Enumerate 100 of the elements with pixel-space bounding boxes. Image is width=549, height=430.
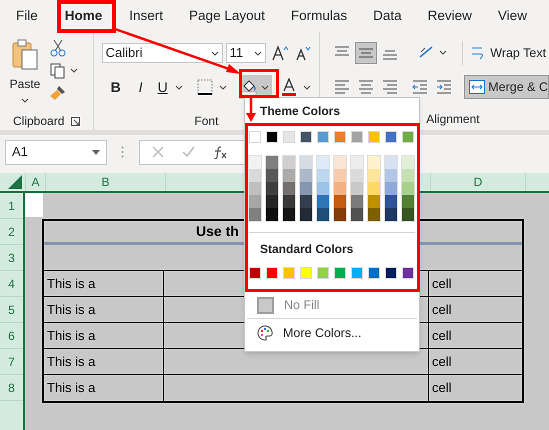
color-swatch[interactable] <box>385 267 397 279</box>
color-swatch[interactable] <box>351 267 363 279</box>
caret-icon[interactable] <box>210 50 219 56</box>
align-left-icon[interactable] <box>334 80 350 94</box>
color-swatch[interactable] <box>266 182 278 195</box>
color-swatch[interactable] <box>283 131 295 143</box>
ribbon-tab[interactable]: Insert <box>129 4 164 32</box>
merge-center-button[interactable]: Merge & C <box>464 75 549 99</box>
color-swatch[interactable] <box>249 195 261 208</box>
color-swatch[interactable] <box>249 208 261 221</box>
middle-align-icon[interactable] <box>359 47 374 59</box>
color-swatch[interactable] <box>300 182 312 195</box>
color-swatch[interactable] <box>402 182 414 195</box>
color-swatch[interactable] <box>351 208 363 221</box>
increase-indent-icon[interactable] <box>436 80 452 94</box>
color-swatch[interactable] <box>300 156 312 169</box>
color-swatch[interactable] <box>283 195 295 208</box>
row-header[interactable]: 6 <box>0 323 23 349</box>
ribbon-tab[interactable]: File <box>16 4 38 32</box>
color-swatch[interactable] <box>317 156 329 169</box>
color-swatch[interactable] <box>300 169 312 182</box>
color-swatch[interactable] <box>334 182 346 195</box>
ribbon-tab[interactable]: Data <box>373 4 402 32</box>
color-swatch[interactable] <box>300 208 312 221</box>
color-swatch[interactable] <box>368 169 380 182</box>
row-header[interactable]: 3 <box>0 245 23 271</box>
caret-icon[interactable] <box>174 84 183 90</box>
color-swatch[interactable] <box>283 208 295 221</box>
color-swatch[interactable] <box>368 131 380 143</box>
ribbon-tab[interactable]: Review <box>428 4 472 32</box>
color-swatch[interactable] <box>351 169 363 182</box>
caret-icon[interactable] <box>302 84 311 90</box>
color-swatch[interactable] <box>300 267 312 279</box>
selected-cell[interactable] <box>25 193 43 217</box>
bold-button[interactable]: B <box>108 76 123 98</box>
checkmark-icon[interactable] <box>182 146 195 158</box>
color-swatch[interactable] <box>283 156 295 169</box>
color-swatch[interactable] <box>402 195 414 208</box>
underline-button[interactable]: U <box>156 76 169 98</box>
caret-icon[interactable] <box>261 84 270 90</box>
caret-icon[interactable] <box>92 150 100 154</box>
ribbon-tab[interactable]: Formulas <box>290 4 348 32</box>
column-header[interactable]: A <box>25 173 45 191</box>
color-swatch[interactable] <box>368 267 380 279</box>
name-box[interactable]: A1 <box>5 140 107 164</box>
color-swatch[interactable] <box>266 131 278 143</box>
color-swatch[interactable] <box>249 182 261 195</box>
merge-icon[interactable] <box>469 80 486 94</box>
color-swatch[interactable] <box>334 169 346 182</box>
scissors-icon[interactable] <box>50 39 66 57</box>
color-swatch[interactable] <box>385 169 397 182</box>
color-swatch[interactable] <box>300 195 312 208</box>
italic-button[interactable]: I <box>134 76 147 98</box>
color-swatch[interactable] <box>334 195 346 208</box>
font-name-dropdown[interactable]: Calibri <box>102 43 223 63</box>
color-swatch[interactable] <box>249 267 261 279</box>
color-swatch[interactable] <box>317 169 329 182</box>
color-swatch[interactable] <box>283 267 295 279</box>
cancel-icon[interactable] <box>152 146 164 158</box>
color-swatch[interactable] <box>317 195 329 208</box>
color-swatch[interactable] <box>368 208 380 221</box>
function-icon[interactable] <box>213 146 227 158</box>
middle-align-button[interactable] <box>355 42 378 64</box>
wrap-text-button[interactable]: Wrap Text <box>490 44 546 62</box>
row-header[interactable]: 7 <box>0 349 23 375</box>
font-color-icon[interactable] <box>280 78 297 96</box>
color-swatch[interactable] <box>249 156 261 169</box>
decrease-indent-icon[interactable] <box>412 80 428 94</box>
color-swatch[interactable] <box>266 169 278 182</box>
color-swatch[interactable] <box>334 208 346 221</box>
color-swatch[interactable] <box>317 182 329 195</box>
color-swatch[interactable] <box>368 195 380 208</box>
more-icon[interactable] <box>121 146 124 158</box>
ribbon-tab[interactable]: Page Layout <box>189 4 265 32</box>
color-swatch[interactable] <box>351 156 363 169</box>
color-swatch[interactable] <box>266 195 278 208</box>
column-header[interactable]: D <box>430 173 525 191</box>
color-swatch[interactable] <box>317 267 329 279</box>
row-header[interactable]: 4 <box>0 271 23 297</box>
format-painter-icon[interactable] <box>50 85 66 101</box>
paste-button[interactable]: Paste <box>10 75 40 93</box>
color-swatch[interactable] <box>334 267 346 279</box>
increase-font-icon[interactable] <box>272 45 290 61</box>
color-swatch[interactable] <box>283 169 295 182</box>
color-swatch[interactable] <box>385 131 397 143</box>
column-header[interactable]: B <box>45 173 165 191</box>
more-colors-menu-item[interactable]: More Colors... <box>245 319 419 347</box>
align-right-icon[interactable] <box>382 80 398 94</box>
align-center-icon[interactable] <box>358 80 374 94</box>
color-swatch[interactable] <box>385 195 397 208</box>
color-swatch[interactable] <box>368 182 380 195</box>
color-swatch[interactable] <box>266 208 278 221</box>
color-swatch[interactable] <box>351 195 363 208</box>
color-swatch[interactable] <box>266 156 278 169</box>
color-swatch[interactable] <box>385 156 397 169</box>
color-swatch[interactable] <box>385 208 397 221</box>
row-header[interactable]: 8 <box>0 375 23 401</box>
color-swatch[interactable] <box>368 156 380 169</box>
clipboard-icon[interactable] <box>11 38 39 70</box>
font-size-dropdown[interactable]: 11 <box>226 43 266 63</box>
